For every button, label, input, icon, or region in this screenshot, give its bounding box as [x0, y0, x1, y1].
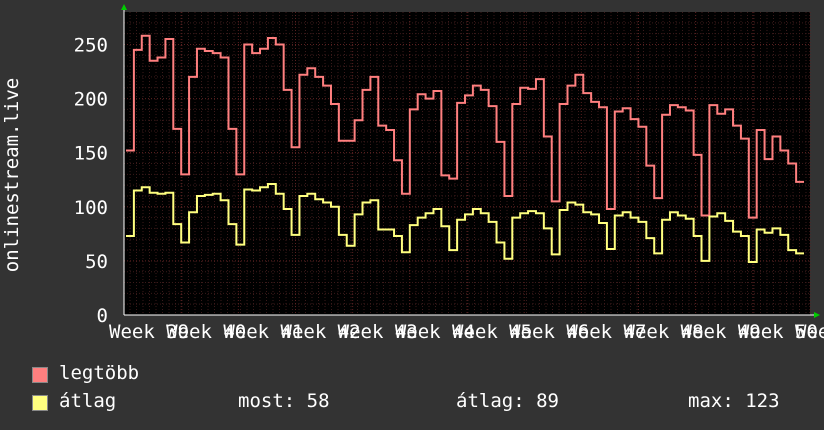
- y-tick-label: 250: [74, 34, 108, 56]
- legend-swatch-avg: [32, 395, 48, 411]
- x-tick-label: Week 51: [795, 321, 824, 340]
- y-tick-label: 50: [85, 251, 108, 273]
- y-tick-label: 150: [74, 143, 108, 165]
- legend-swatch-max: [32, 367, 48, 383]
- y-tick-label: 100: [74, 197, 108, 219]
- legend-label-avg: átlag: [59, 390, 117, 412]
- legend-item-max: legtöbb: [30, 362, 820, 388]
- chart-panel: 0 50 100 150 200 250 Week 39 Week 40 Week 41 Week…: [0, 0, 824, 430]
- stat-maximum: max: 123: [688, 390, 780, 412]
- y-axis-label: onlinestream.live: [1, 77, 23, 273]
- legend-label-max: legtöbb: [59, 362, 140, 384]
- x-axis-arrow: [814, 312, 820, 318]
- line-chart: 050100150200250Week 39Week 40Week 41Week…: [74, 4, 824, 340]
- y-axis-label-wrap: onlinestream.live: [0, 60, 24, 290]
- legend-item-avg: átlag most: 58 átlag: 89 max: 123: [30, 390, 820, 416]
- y-axis-arrow: [121, 4, 127, 10]
- y-tick-label: 0: [97, 305, 108, 327]
- y-tick-label: 200: [74, 89, 108, 111]
- stat-current: most: 58: [238, 390, 330, 412]
- stat-average: átlag: 89: [456, 390, 559, 412]
